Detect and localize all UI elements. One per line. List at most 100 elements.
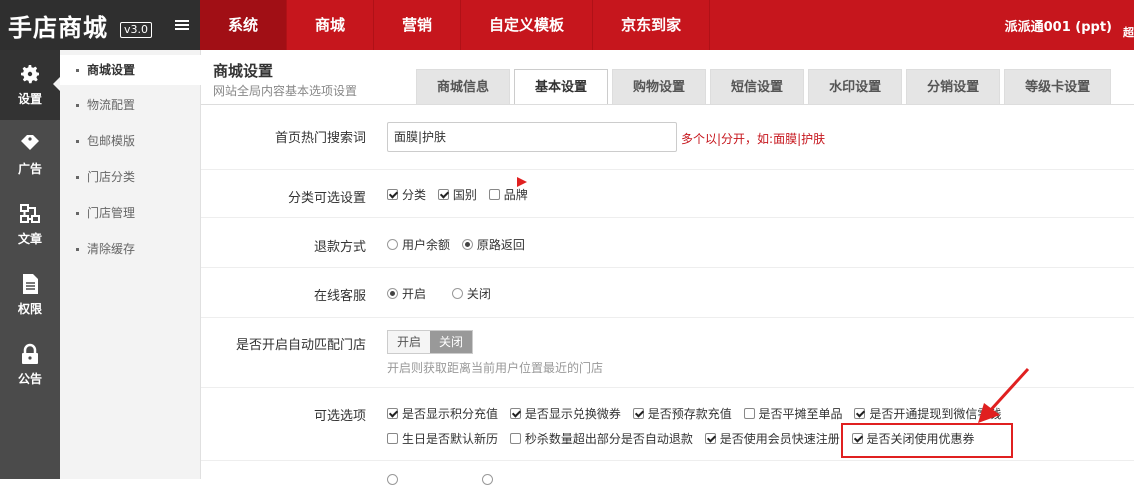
subnav-label: 门店分类 — [87, 170, 136, 184]
service-options: 开启 关闭 — [387, 285, 499, 302]
nav-item-system[interactable]: 系统 — [200, 0, 288, 50]
checkbox[interactable] — [632, 408, 644, 419]
row-online-service: 在线客服 开启 关闭 — [201, 268, 1134, 318]
subnav-item-logistics[interactable]: 物流配置 — [60, 90, 201, 120]
radio[interactable] — [387, 288, 398, 299]
refund-label: 退款方式 — [313, 240, 366, 255]
toggle-off[interactable]: 关闭 — [430, 331, 473, 353]
opt-quick-register[interactable]: 是否使用会员快速注册 — [704, 430, 840, 447]
subnav-item-store-category[interactable]: 门店分类 — [60, 162, 201, 192]
checkbox[interactable] — [854, 408, 866, 419]
tab-watermark-settings[interactable]: 水印设置 — [808, 69, 903, 104]
category-option-country[interactable]: 国别 — [437, 186, 477, 203]
service-option-off[interactable]: 关闭 — [451, 285, 491, 302]
option-text: 是否平摊至单品 — [758, 407, 843, 421]
opt-points-recharge[interactable]: 是否显示积分充值 — [387, 405, 498, 422]
subnav-item-store-management[interactable]: 门店管理 — [60, 198, 201, 228]
radio[interactable] — [387, 474, 398, 485]
subnav-item-mall-settings[interactable]: 商城设置 — [60, 55, 201, 85]
nav-item-jd-daojia[interactable]: 京东到家 — [593, 0, 711, 50]
subnav-label: 门店管理 — [87, 206, 136, 220]
refund-option-balance[interactable]: 用户余额 — [387, 236, 450, 253]
tab-distribution-settings[interactable]: 分销设置 — [906, 69, 1001, 104]
iconbar-label: 广告 — [17, 162, 42, 176]
option-text: 关闭 — [466, 287, 491, 301]
row-category: 分类可选设置 分类 国别 品牌 — [201, 170, 1134, 218]
auto-store-hint: 开启则获取距离当前用户位置最近的门店 — [387, 361, 604, 375]
iconbar-item-notice[interactable]: 公告 — [0, 330, 60, 400]
checkbox[interactable] — [488, 189, 500, 200]
subnav-item-free-shipping[interactable]: 包邮模版 — [60, 126, 201, 156]
opt-prepaid-recharge[interactable]: 是否预存款充值 — [632, 405, 732, 422]
settings-tabs: 商城信息 基本设置 购物设置 短信设置 水印设置 分销设置 等级卡设置 — [416, 69, 1115, 105]
lock-icon — [22, 343, 38, 364]
row-partial — [201, 461, 1134, 485]
optional-line-1: 是否显示积分充值 是否显示兑换微券 是否预存款充值 是否平摊至单品 是否开通提现… — [387, 405, 1009, 422]
checkbox[interactable] — [509, 433, 521, 444]
iconbar-item-ads[interactable]: 广告 — [0, 120, 60, 190]
top-bar: 手店商城 v3.0 系统 商城 营销 自定义模板 京东到家 派派通001 (pp… — [0, 0, 1134, 50]
tab-level-card-settings[interactable]: 等级卡设置 — [1004, 69, 1112, 104]
tab-basic-settings[interactable]: 基本设置 — [514, 69, 609, 105]
icon-sidebar: 设置 广告 文章 权限 公告 — [0, 50, 60, 479]
page-title: 商城设置 — [213, 62, 274, 80]
option-text: 是否显示积分充值 — [402, 407, 499, 421]
refund-option-original[interactable]: 原路返回 — [461, 236, 525, 253]
radio[interactable] — [481, 474, 493, 485]
iconbar-item-settings[interactable]: 设置 — [0, 50, 60, 120]
checkbox[interactable] — [387, 408, 398, 419]
option-text: 品牌 — [503, 188, 528, 202]
category-option-brand[interactable]: 品牌 — [488, 186, 528, 203]
checkbox[interactable] — [704, 433, 716, 444]
annotation-highlight-box — [841, 423, 1013, 458]
iconbar-label: 文章 — [17, 232, 42, 246]
service-option-on[interactable]: 开启 — [387, 285, 426, 302]
tab-mall-info[interactable]: 商城信息 — [416, 69, 511, 104]
option-text: 分类 — [402, 188, 427, 202]
option-text: 是否使用会员快速注册 — [719, 432, 840, 446]
tag-icon — [21, 135, 39, 150]
user-name[interactable]: 派派通001 (ppt) — [1005, 16, 1112, 35]
category-option-class[interactable]: 分类 — [387, 186, 426, 203]
checkbox[interactable] — [387, 189, 398, 200]
radio[interactable] — [451, 288, 463, 299]
radio[interactable] — [461, 239, 473, 250]
checkbox[interactable] — [437, 189, 449, 200]
auto-store-toggle[interactable]: 开启 关闭 — [387, 330, 474, 354]
gear-icon — [21, 65, 39, 84]
user-extra[interactable]: 超 — [1123, 24, 1134, 40]
toggle-on[interactable]: 开启 — [388, 331, 431, 353]
nav-item-marketing[interactable]: 营销 — [374, 0, 462, 50]
row-hot-search: 首页热门搜索词 面膜|护肤 多个以|分开，如:面膜|护肤 — [201, 105, 1134, 170]
logo-text: 手店商城 — [8, 14, 108, 42]
iconbar-item-articles[interactable]: 文章 — [0, 190, 60, 260]
sitemap-icon — [20, 204, 40, 223]
service-label: 在线客服 — [313, 289, 366, 304]
nav-item-mall[interactable]: 商城 — [287, 0, 375, 50]
tab-sms-settings[interactable]: 短信设置 — [710, 69, 805, 104]
option-text: 是否预存款充值 — [647, 407, 732, 421]
radio[interactable] — [387, 239, 398, 250]
top-nav: 系统 商城 营销 自定义模板 京东到家 — [200, 0, 711, 50]
opt-flash-sale-refund[interactable]: 秒杀数量超出部分是否自动退款 — [509, 430, 693, 447]
option-text: 秒杀数量超出部分是否自动退款 — [524, 432, 693, 446]
opt-birthday-solar[interactable]: 生日是否默认新历 — [387, 430, 498, 447]
sub-sidebar: 商城设置 物流配置 包邮模版 门店分类 门店管理 清除缓存 — [60, 50, 201, 479]
nav-item-custom-template[interactable]: 自定义模板 — [461, 0, 594, 50]
menu-toggle-icon[interactable] — [175, 20, 189, 32]
tab-shopping-settings[interactable]: 购物设置 — [612, 69, 707, 104]
subnav-item-clear-cache[interactable]: 清除缓存 — [60, 234, 201, 264]
opt-spread-to-item[interactable]: 是否平摊至单品 — [743, 405, 843, 422]
hot-search-input[interactable]: 面膜|护肤 — [387, 122, 677, 152]
checkbox[interactable] — [743, 408, 755, 419]
iconbar-label: 权限 — [17, 302, 42, 316]
checkbox[interactable] — [387, 433, 398, 444]
subnav-label: 物流配置 — [87, 98, 136, 112]
checkbox[interactable] — [509, 408, 521, 419]
option-text: 原路返回 — [476, 238, 525, 252]
opt-exchange-coupon[interactable]: 是否显示兑换微券 — [509, 405, 621, 422]
iconbar-item-permissions[interactable]: 权限 — [0, 260, 60, 330]
row-refund: 退款方式 用户余额 原路返回 — [201, 218, 1134, 268]
refund-options: 用户余额 原路返回 — [387, 236, 533, 253]
logo[interactable]: 手店商城 v3.0 — [0, 0, 200, 50]
